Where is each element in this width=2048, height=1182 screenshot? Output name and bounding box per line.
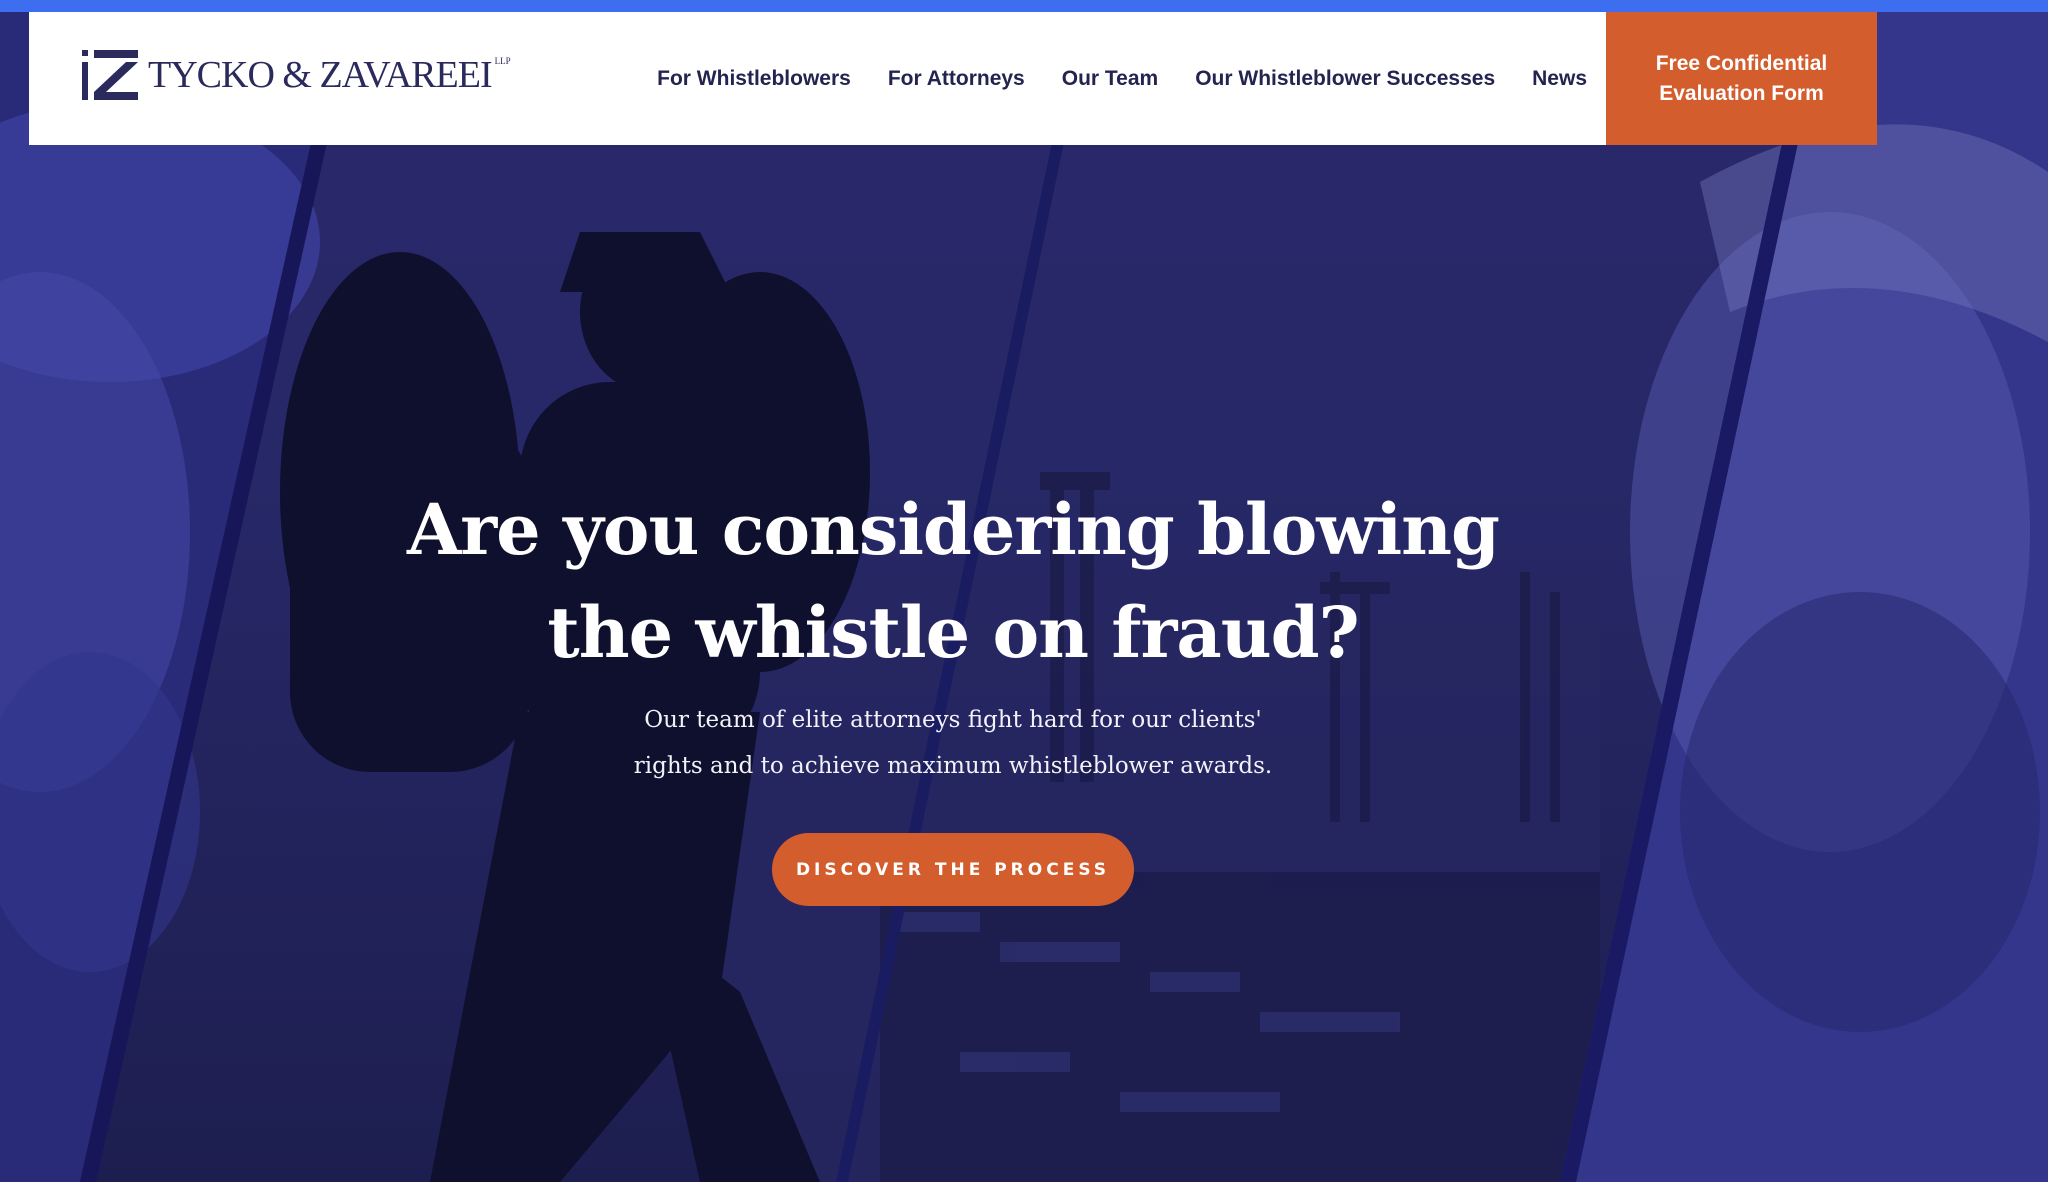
nav-item-our-team[interactable]: Our Team	[1062, 67, 1158, 91]
hero-subtext-line1: Our team of elite attorneys fight hard f…	[644, 707, 1262, 733]
hero-headline-line2: the whistle on fraud?	[547, 591, 1359, 674]
evaluation-form-label-line1: Free Confidential	[1655, 51, 1828, 75]
top-accent-bar	[0, 0, 2048, 12]
brand-suffix: LLP	[494, 56, 511, 66]
hero-headline-line1: Are you considering blowing	[406, 488, 1500, 571]
nav-item-for-whistleblowers[interactable]: For Whistleblowers	[657, 67, 851, 91]
evaluation-form-label-line2: Evaluation Form	[1659, 81, 1824, 105]
brand-name: TYCKO & ZAVAREEI	[148, 54, 493, 96]
discover-process-button[interactable]: DISCOVER THE PROCESS	[772, 833, 1134, 906]
nav-item-news[interactable]: News	[1532, 67, 1587, 91]
brand-logo[interactable]: TYCKO & ZAVAREEI LLP	[82, 50, 511, 100]
hero-headline: Are you considering blowing the whistle …	[350, 478, 1556, 684]
evaluation-form-button[interactable]: Free Confidential Evaluation Form	[1606, 12, 1877, 145]
site-header: TYCKO & ZAVAREEI LLP For Whistleblowers …	[29, 12, 1877, 145]
nav-item-whistleblower-successes[interactable]: Our Whistleblower Successes	[1195, 67, 1495, 91]
nav-item-for-attorneys[interactable]: For Attorneys	[888, 67, 1025, 91]
hero-subtext-line2: rights and to achieve maximum whistleblo…	[633, 753, 1273, 779]
logo-mark-icon	[82, 50, 138, 100]
hero-subtext: Our team of elite attorneys fight hard f…	[520, 697, 1386, 789]
main-nav: For Whistleblowers For Attorneys Our Tea…	[620, 12, 1587, 145]
